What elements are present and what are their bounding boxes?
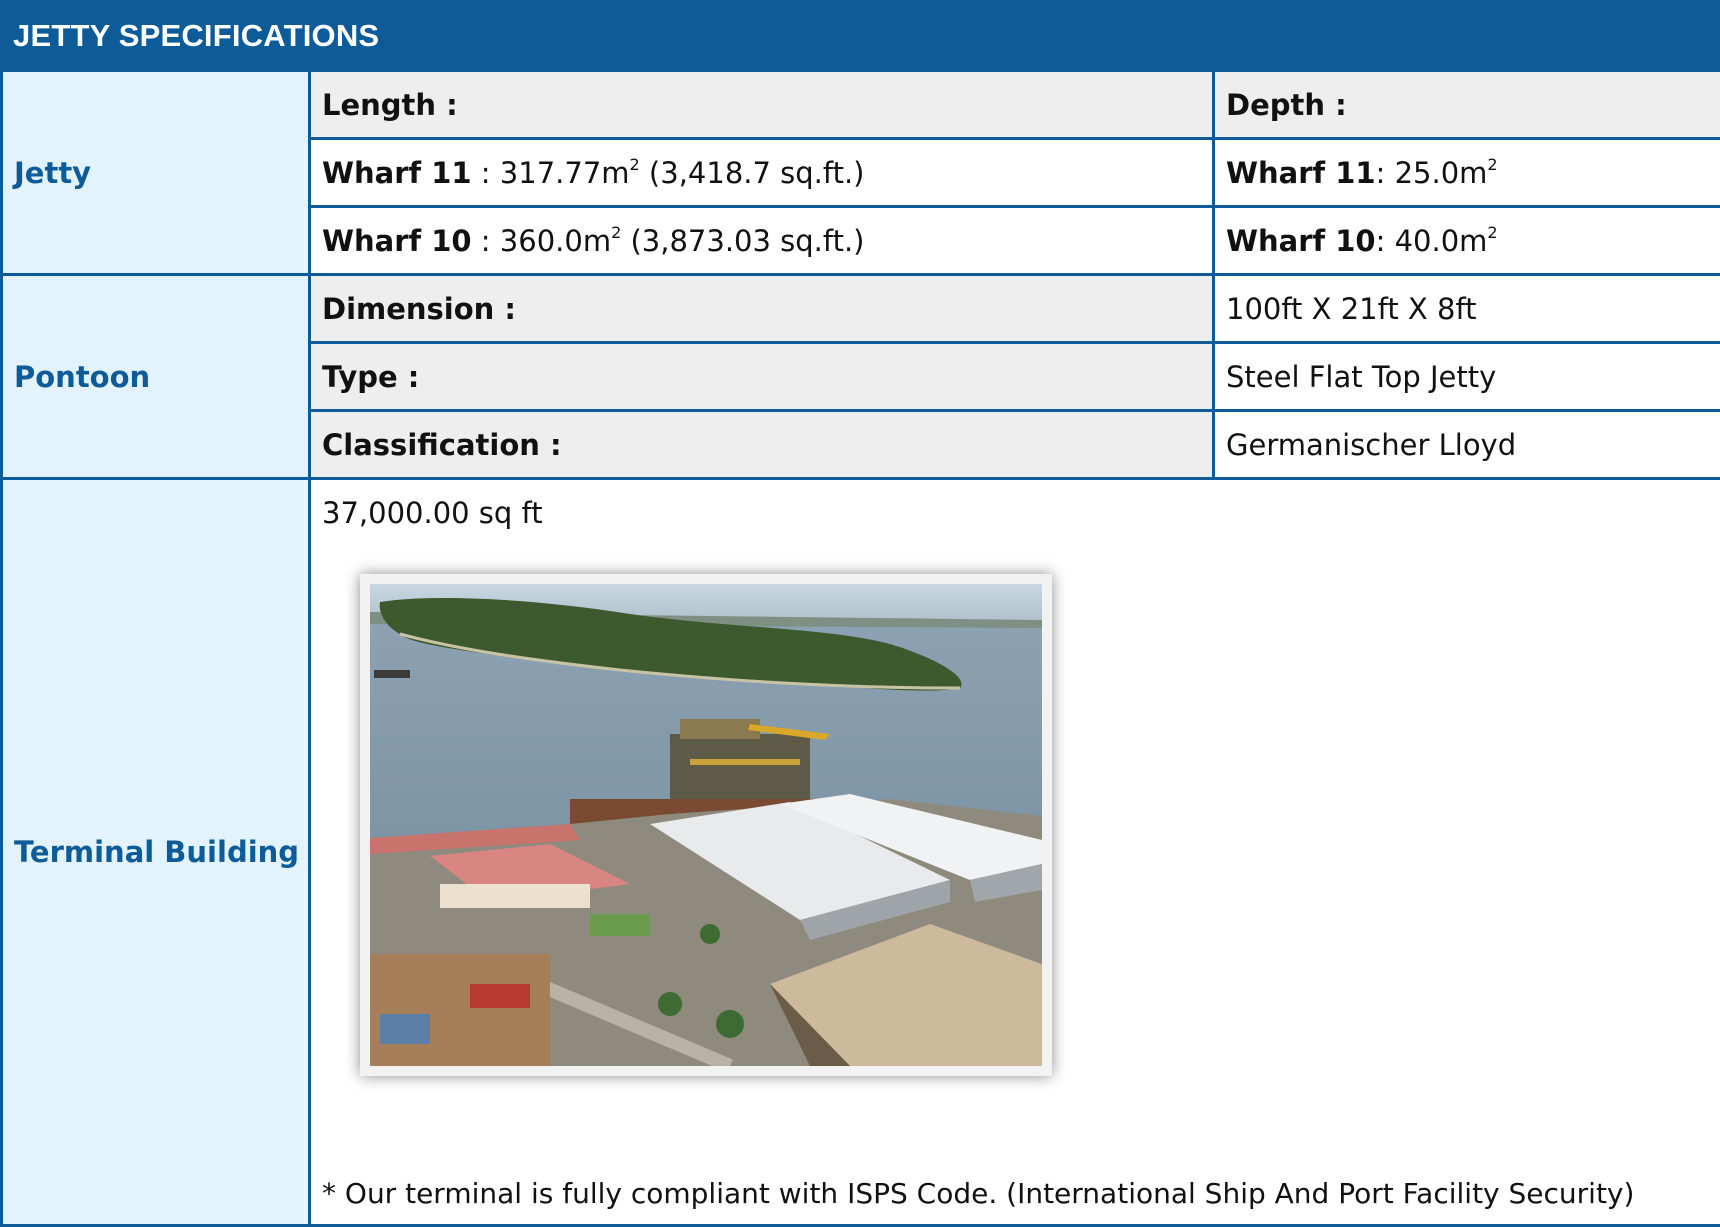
wharf-name: Wharf 10 [322,224,472,258]
classification-label: Classification : [310,411,1214,479]
length-sqft: (3,418.7 sq.ft.) [640,156,865,190]
wharf-11-length: Wharf 11 : 317.77m2 (3,418.7 sq.ft.) [310,139,1214,207]
type-value: Steel Flat Top Jetty [1214,343,1720,411]
specifications-table: Jetty Length : Depth : Wharf 11 : 317.77… [0,69,1720,1227]
wharf-10-length: Wharf 10 : 360.0m2 (3,873.03 sq.ft.) [310,207,1214,275]
depth-value: 25.0m [1395,156,1488,190]
dimension-value: 100ft X 21ft X 8ft [1214,275,1720,343]
depth-value: 40.0m [1395,224,1488,258]
separator: : [1376,156,1395,190]
wharf-11-depth: Wharf 11: 25.0m2 [1214,139,1720,207]
unit-superscript: 2 [611,223,621,242]
unit-superscript: 2 [630,155,640,174]
type-label: Type : [310,343,1214,411]
jetty-header-row: Jetty Length : Depth : [2,71,1720,139]
length-value: 317.77m [500,156,630,190]
jetty-specifications-page: JETTY SPECIFICATIONS Jetty Length : Dept… [0,0,1720,1226]
section-title: JETTY SPECIFICATIONS [0,0,1720,72]
isps-compliance-note: * Our terminal is fully compliant with I… [322,1177,1634,1210]
category-pontoon: Pontoon [2,275,310,479]
wharf-name: Wharf 11 [322,156,472,190]
depth-label: Depth : [1214,71,1720,139]
wharf-name: Wharf 11 [1226,156,1376,190]
unit-superscript: 2 [1487,155,1497,174]
separator: : [1376,224,1395,258]
separator: : [472,224,500,258]
terminal-building-cell: 37,000.00 sq ft [310,479,1720,1226]
dimension-label: Dimension : [310,275,1214,343]
length-label: Length : [310,71,1214,139]
category-jetty: Jetty [2,71,310,275]
category-terminal-building: Terminal Building [2,479,310,1226]
length-sqft: (3,873.03 sq.ft.) [621,224,864,258]
terminal-aerial-photo [370,584,1042,1066]
unit-superscript: 2 [1487,223,1497,242]
table-row: Terminal Building 37,000.00 sq ft [2,479,1720,1226]
wharf-name: Wharf 10 [1226,224,1376,258]
wharf-10-depth: Wharf 10: 40.0m2 [1214,207,1720,275]
table-row: Pontoon Dimension : 100ft X 21ft X 8ft [2,275,1720,343]
classification-value: Germanischer Lloyd [1214,411,1720,479]
separator: : [472,156,500,190]
aerial-photo-illustration [370,584,1042,1066]
length-value: 360.0m [500,224,611,258]
terminal-photo-frame [360,574,1052,1076]
terminal-area: 37,000.00 sq ft [322,496,543,530]
